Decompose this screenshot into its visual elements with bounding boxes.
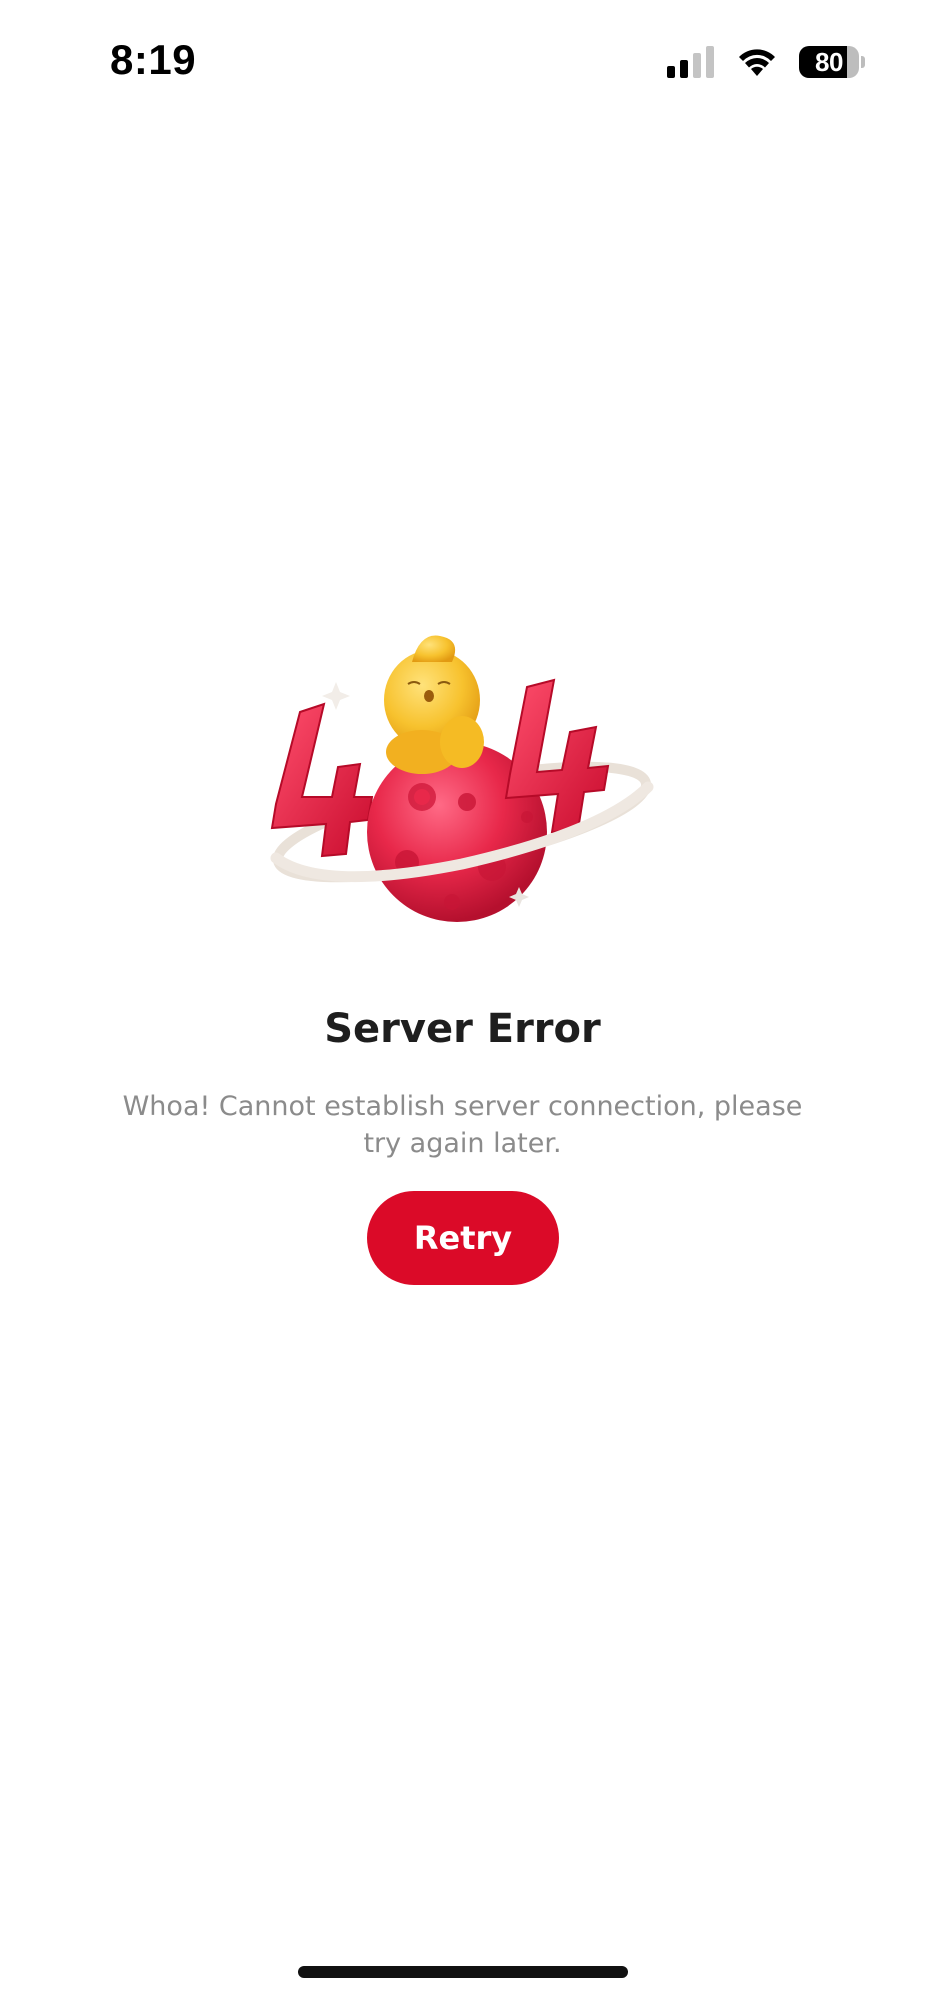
digit-4-left-icon — [270, 702, 374, 858]
home-indicator[interactable] — [298, 1966, 628, 1978]
battery-icon: 80 — [799, 45, 865, 79]
cellular-signal-icon — [667, 46, 714, 78]
battery-cap — [861, 56, 865, 68]
error-message: Whoa! Cannot establish server connection… — [122, 1091, 803, 1159]
status-icons: 80 — [667, 44, 865, 80]
error-404-planet-illustration — [270, 635, 654, 922]
chick-character-icon — [384, 635, 484, 774]
wifi-icon — [739, 49, 775, 76]
status-bar: 8:19 80 — [0, 0, 925, 120]
retry-button[interactable]: Retry — [367, 1191, 559, 1285]
sparkle-icon — [322, 682, 350, 710]
battery-level: 80 — [799, 46, 859, 78]
status-time: 8:19 — [110, 36, 197, 83]
error-title: Server Error — [324, 1006, 601, 1052]
